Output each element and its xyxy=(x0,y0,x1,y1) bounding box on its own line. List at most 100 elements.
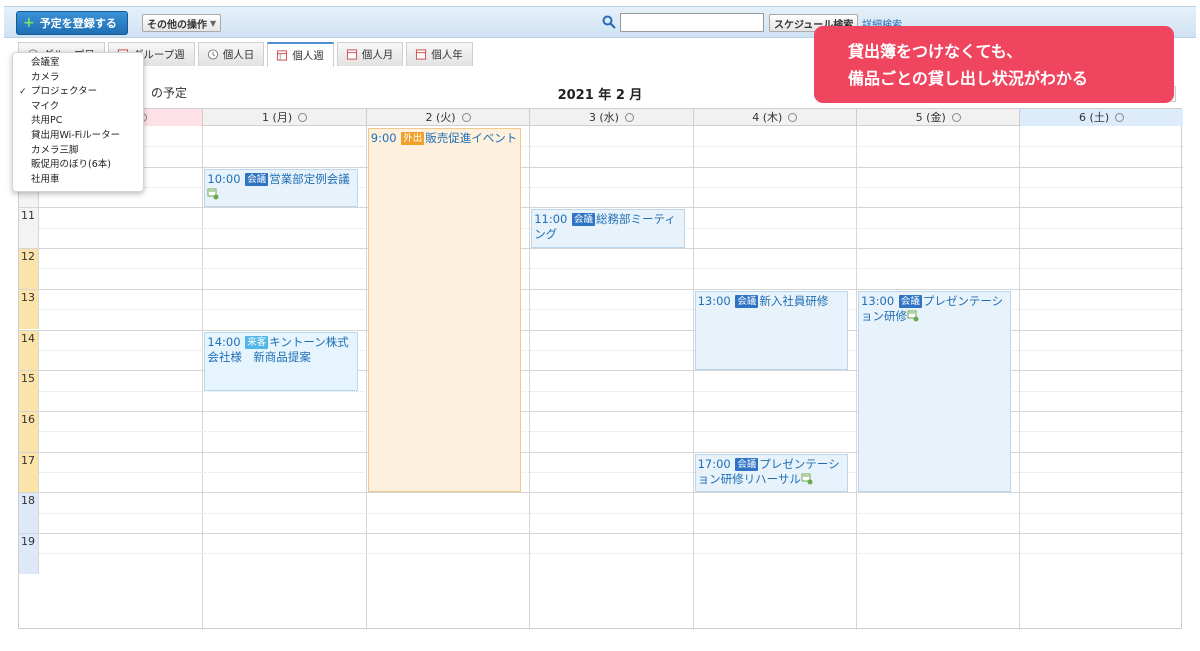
facility-option[interactable]: 販促用のぼり(6本) xyxy=(13,158,143,173)
tab-label: 個人週 xyxy=(292,50,324,62)
add-schedule-label: 予定を登録する xyxy=(39,17,117,30)
event-time: 17:00 xyxy=(697,456,731,471)
facility-option[interactable]: カメラ三脚 xyxy=(13,144,143,159)
chevron-down-icon: ▼ xyxy=(210,18,217,28)
tab-label: 個人月 xyxy=(361,49,394,61)
day-header[interactable]: 1 (月) xyxy=(202,109,365,126)
hour-gridline xyxy=(19,492,1183,494)
day-column-divider xyxy=(856,126,857,630)
facility-option[interactable]: 共用PC xyxy=(13,114,143,129)
clock-icon[interactable] xyxy=(461,113,471,122)
day-header-label: 1 (月) xyxy=(262,111,293,124)
event-time: 9:00 xyxy=(370,131,397,145)
add-schedule-button[interactable]: + 予定を登録する xyxy=(16,11,128,35)
search-input[interactable] xyxy=(620,13,764,32)
event-title: 販売促進イベント xyxy=(425,131,518,145)
event-category-badge: 会議 xyxy=(572,213,596,227)
day-header-row: 31 (日)1 (月)2 (火)3 (水)4 (木)5 (金)6 (土) xyxy=(19,109,1183,126)
hour-label: 18 xyxy=(19,492,39,533)
schedule-event[interactable]: 9:00 外出 販売促進イベント xyxy=(367,128,522,493)
facility-option[interactable]: マイク xyxy=(13,100,143,115)
hour-label: 15 xyxy=(19,370,39,411)
facility-option[interactable]: 会議室 xyxy=(13,56,143,71)
event-title: 新入社員研修 xyxy=(759,293,829,308)
hour-gridline xyxy=(19,288,1183,290)
calendar-month-icon xyxy=(346,49,357,60)
schedule-event[interactable]: 10:00 会議 営業部定例会議 xyxy=(204,168,358,208)
hour-label: 16 xyxy=(19,410,39,452)
clock-icon[interactable] xyxy=(1115,113,1125,122)
selected-facility-suffix: の予定 xyxy=(151,85,188,100)
callout-line-1: 貸出簿をつけなくても、 xyxy=(848,42,1023,61)
facility-option-label: 会議室 xyxy=(31,57,60,68)
day-header-label: 3 (水) xyxy=(588,111,619,124)
day-header[interactable]: 6 (土) xyxy=(1019,109,1183,126)
schedule-event[interactable]: 17:00 会議 プレゼンテーション研修リハーサル xyxy=(694,453,848,493)
calendar-title: 2021 年 2 月 xyxy=(557,88,643,103)
tab-personal-year[interactable]: 個人年 xyxy=(406,42,473,66)
check-icon: ✓ xyxy=(19,87,27,98)
event-time: 13:00 xyxy=(697,293,731,308)
day-column-divider xyxy=(365,126,367,630)
plus-icon: + xyxy=(23,15,35,31)
event-title: 営業部定例会議 xyxy=(269,171,350,186)
facility-reservation-icon xyxy=(801,473,813,485)
half-hour-gridline xyxy=(39,471,1183,473)
facility-option-label: カメラ xyxy=(31,71,60,83)
day-header[interactable]: 4 (木) xyxy=(692,109,856,126)
event-category-badge: 会議 xyxy=(735,294,759,308)
day-header[interactable]: 3 (水) xyxy=(529,109,692,126)
tab-personal-month[interactable]: 個人月 xyxy=(336,42,404,66)
other-actions-button[interactable]: その他の操作 ▼ xyxy=(142,14,222,32)
tab-label: 個人日 xyxy=(222,49,255,61)
facility-option[interactable]: ✓ プロジェクター xyxy=(13,85,143,100)
facility-reservation-icon xyxy=(907,310,919,322)
facility-option[interactable]: カメラ xyxy=(13,71,143,86)
callout-line-2: 備品ごとの貸し出し状況がわかる xyxy=(848,69,1088,88)
event-time: 10:00 xyxy=(207,171,241,186)
clock-icon[interactable] xyxy=(298,113,308,122)
day-header[interactable]: 5 (金) xyxy=(856,109,1019,126)
hour-label: 13 xyxy=(19,288,39,330)
event-time: 13:00 xyxy=(861,293,895,308)
half-hour-gridline xyxy=(39,146,1183,148)
hour-gridline xyxy=(19,248,1183,250)
event-time: 11:00 xyxy=(534,212,568,227)
half-hour-gridline xyxy=(39,512,1183,514)
facility-option[interactable]: 社用車 xyxy=(13,173,143,188)
half-hour-gridline xyxy=(39,553,1183,555)
clock-icon[interactable] xyxy=(951,113,961,122)
facility-option-label: 共用PC xyxy=(31,115,63,127)
facility-option-label: マイク xyxy=(31,100,60,112)
half-hour-gridline xyxy=(39,309,1183,311)
tab-personal-day[interactable]: 個人日 xyxy=(197,42,265,66)
day-header-label: 6 (土) xyxy=(1079,111,1110,124)
half-hour-gridline xyxy=(39,268,1183,270)
day-header[interactable]: 2 (火) xyxy=(365,109,529,126)
clock-icon[interactable] xyxy=(624,113,634,122)
event-time: 14:00 xyxy=(207,334,241,349)
feature-callout: 貸出簿をつけなくても、 備品ごとの貸し出し状況がわかる xyxy=(814,26,1174,103)
hour-gridline xyxy=(19,166,1183,168)
event-category-badge: 外出 xyxy=(401,132,425,145)
event-category-badge: 会議 xyxy=(735,457,759,471)
facility-option-label: 販促用のぼり(6本) xyxy=(31,159,111,171)
search-icon xyxy=(602,15,616,29)
schedule-event[interactable]: 13:00 会議 新入社員研修 xyxy=(694,290,848,371)
tab-personal-week[interactable]: 個人週 xyxy=(267,42,334,67)
schedule-event[interactable]: 13:00 会議 プレゼンテーション研修 xyxy=(858,290,1012,493)
facility-option-label: 社用車 xyxy=(31,173,60,185)
hour-label: 14 xyxy=(19,329,39,371)
clock-icon[interactable] xyxy=(788,113,798,122)
facility-dropdown[interactable]: 会議室カメラ ✓ プロジェクター マイク共用PC 貸出用Wi-Fiルーター カメラ三脚 販促… xyxy=(12,52,144,192)
schedule-event[interactable]: 11:00 会議 総務部ミーティング xyxy=(531,209,685,249)
facility-option[interactable]: 貸出用Wi-Fiルーター xyxy=(13,129,143,144)
hour-label: 12 xyxy=(19,248,39,289)
calendar-year-icon xyxy=(416,49,427,60)
tab-label: 個人年 xyxy=(431,49,463,61)
hour-gridline xyxy=(19,533,1183,534)
schedule-event[interactable]: 14:00 来客 キントーン株式会社様 新商品提案 xyxy=(204,331,358,391)
hour-label: 11 xyxy=(19,207,39,249)
half-hour-gridline xyxy=(39,431,1183,433)
event-category-badge: 来客 xyxy=(245,335,269,349)
